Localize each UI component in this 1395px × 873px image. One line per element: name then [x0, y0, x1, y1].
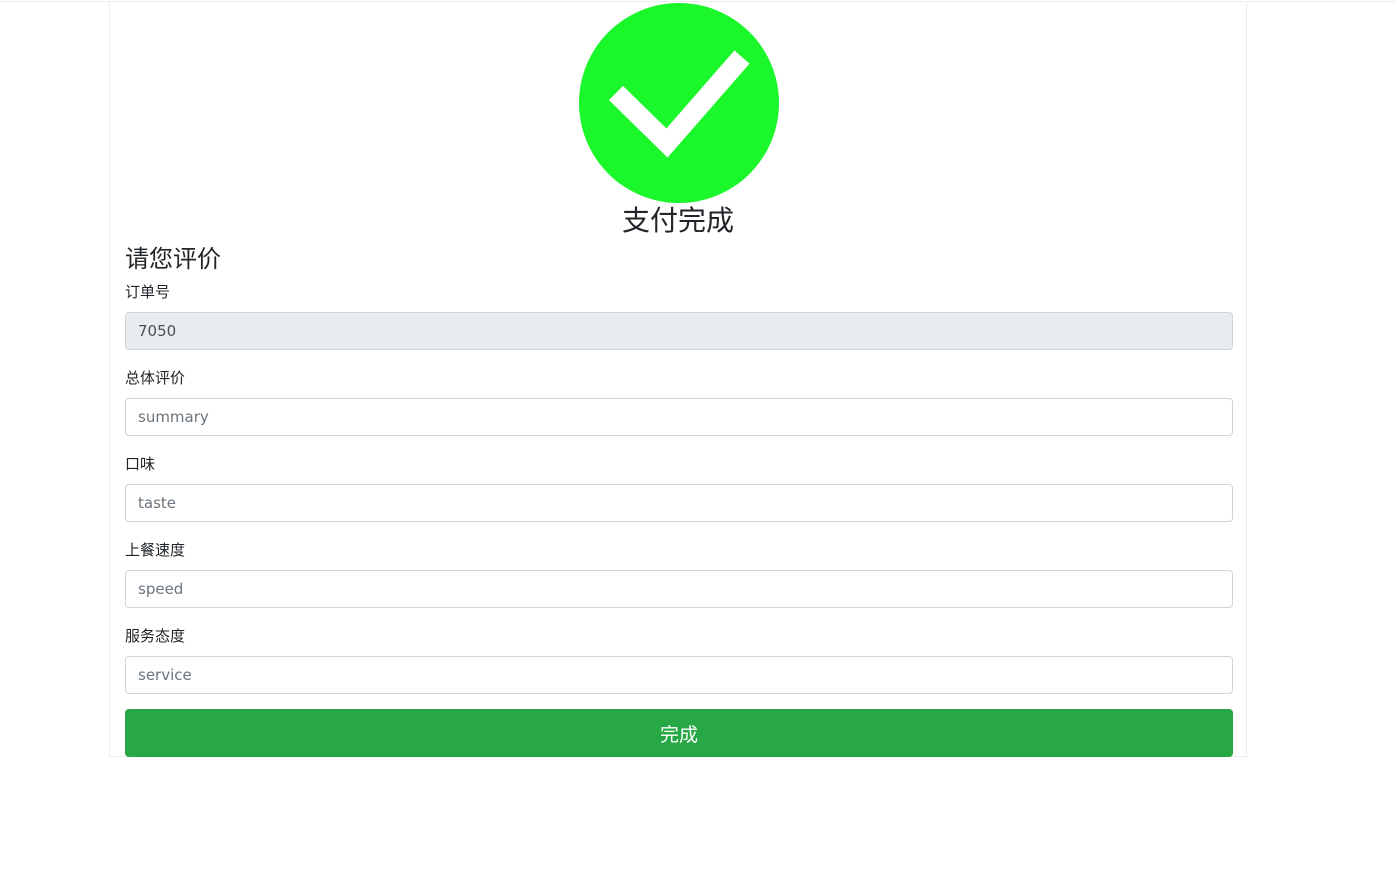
order-number-label: 订单号 — [125, 283, 171, 301]
speed-input[interactable] — [125, 570, 1233, 608]
summary-field: 总体评价 — [125, 368, 1233, 436]
payment-status-title: 支付完成 — [621, 204, 734, 237]
summary-label: 总体评价 — [125, 369, 186, 387]
service-label: 服务态度 — [125, 627, 186, 645]
success-check-icon — [579, 3, 779, 203]
order-number-input[interactable] — [125, 312, 1233, 350]
speed-label: 上餐速度 — [125, 541, 186, 559]
submit-review-button[interactable]: 完成 — [125, 709, 1233, 757]
taste-field: 口味 — [125, 454, 1233, 522]
taste-input[interactable] — [125, 484, 1233, 522]
speed-field: 上餐速度 — [125, 540, 1233, 608]
review-heading: 请您评价 — [125, 245, 221, 273]
taste-label: 口味 — [125, 455, 156, 473]
summary-input[interactable] — [125, 398, 1233, 436]
order-number-field: 订单号 — [125, 282, 1233, 350]
service-input[interactable] — [125, 656, 1233, 694]
payment-complete-card: 支付完成 请您评价 订单号 总体评价 口味 上餐速度 服务态度 完成 — [109, 2, 1247, 757]
service-field: 服务态度 — [125, 626, 1233, 694]
